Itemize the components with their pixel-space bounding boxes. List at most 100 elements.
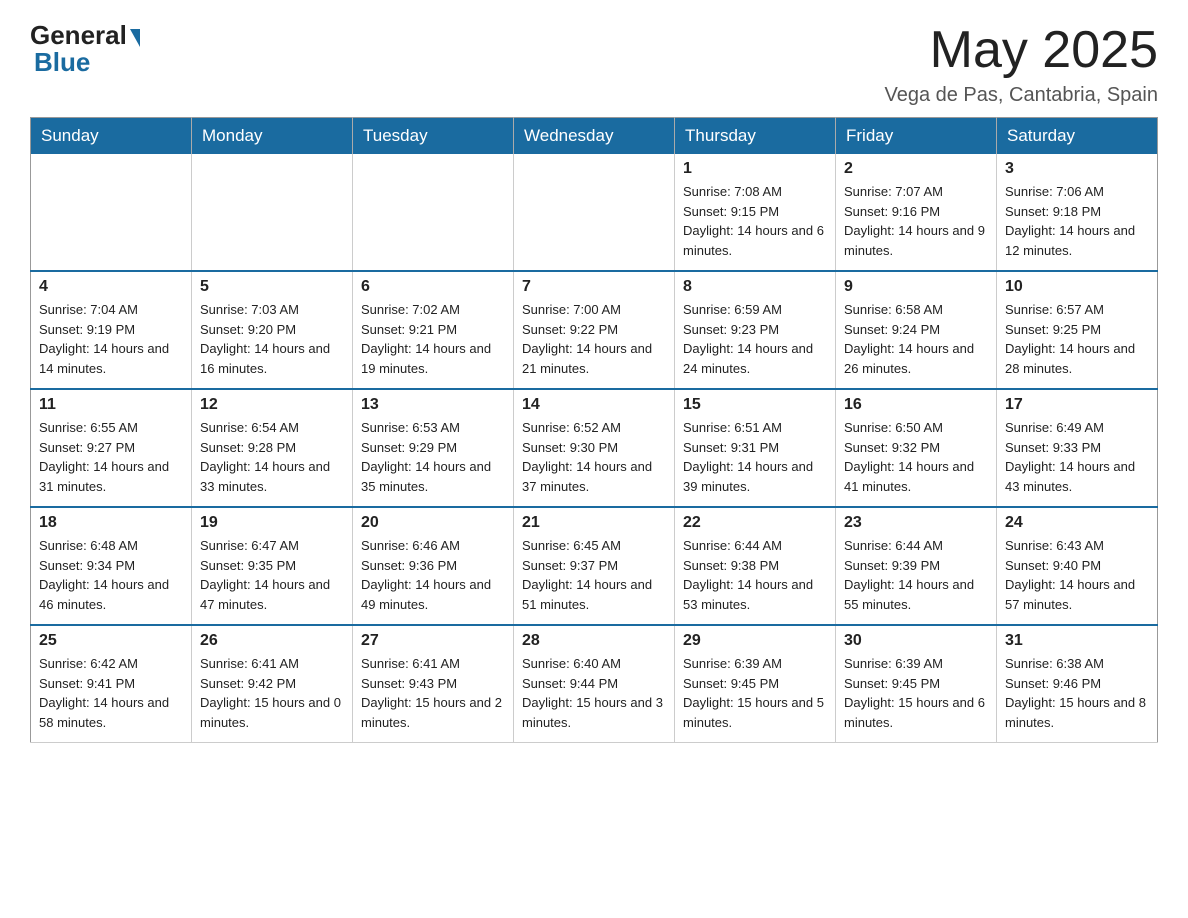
day-info: Sunrise: 6:49 AMSunset: 9:33 PMDaylight:… — [1005, 418, 1149, 496]
day-number: 9 — [844, 278, 988, 296]
day-info: Sunrise: 6:48 AMSunset: 9:34 PMDaylight:… — [39, 536, 183, 614]
calendar-cell: 10Sunrise: 6:57 AMSunset: 9:25 PMDayligh… — [997, 271, 1158, 389]
calendar-cell: 3Sunrise: 7:06 AMSunset: 9:18 PMDaylight… — [997, 154, 1158, 271]
day-number: 17 — [1005, 396, 1149, 414]
day-of-week-header: Monday — [192, 118, 353, 155]
day-of-week-header: Saturday — [997, 118, 1158, 155]
calendar-cell: 14 Sunrise: 6:52 AMSunset: 9:30 PMDayligh… — [514, 389, 675, 507]
calendar-week-row: 4Sunrise: 7:04 AMSunset: 9:19 PMDaylight… — [31, 271, 1158, 389]
page-header: General Blue May 2025 Vega de Pas, Canta… — [30, 20, 1158, 107]
calendar-cell: 6 Sunrise: 7:02 AMSunset: 9:21 PMDaylight… — [353, 271, 514, 389]
day-info: Sunrise: 6:43 AMSunset: 9:40 PMDaylight:… — [1005, 536, 1149, 614]
calendar-cell: 26 Sunrise: 6:41 AMSunset: 9:42 PMDayligh… — [192, 625, 353, 743]
calendar-cell: 31Sunrise: 6:38 AMSunset: 9:46 PMDayligh… — [997, 625, 1158, 743]
day-info: Sunrise: 6:46 AMSunset: 9:36 PMDaylight:… — [361, 536, 505, 614]
day-number: 18 — [39, 514, 183, 532]
calendar-cell: 9Sunrise: 6:58 AMSunset: 9:24 PMDaylight… — [836, 271, 997, 389]
day-info: Sunrise: 7:00 AMSunset: 9:22 PMDaylight:… — [522, 300, 666, 378]
day-info: Sunrise: 6:41 AMSunset: 9:43 PMDaylight:… — [361, 654, 505, 732]
calendar-cell — [31, 154, 192, 271]
day-info: Sunrise: 7:08 AMSunset: 9:15 PMDaylight:… — [683, 182, 827, 260]
calendar-cell: 12 Sunrise: 6:54 AMSunset: 9:28 PMDayligh… — [192, 389, 353, 507]
calendar-week-row: 1 Sunrise: 7:08 AMSunset: 9:15 PMDaylight… — [31, 154, 1158, 271]
day-number: 12 — [200, 396, 344, 414]
calendar-cell: 27 Sunrise: 6:41 AMSunset: 9:43 PMDayligh… — [353, 625, 514, 743]
calendar-cell: 16 Sunrise: 6:50 AMSunset: 9:32 PMDayligh… — [836, 389, 997, 507]
calendar-cell: 1 Sunrise: 7:08 AMSunset: 9:15 PMDaylight… — [675, 154, 836, 271]
calendar-cell: 20 Sunrise: 6:46 AMSunset: 9:36 PMDayligh… — [353, 507, 514, 625]
day-number: 25 — [39, 632, 183, 650]
calendar-week-row: 11Sunrise: 6:55 AMSunset: 9:27 PMDayligh… — [31, 389, 1158, 507]
day-info: Sunrise: 6:57 AMSunset: 9:25 PMDaylight:… — [1005, 300, 1149, 378]
calendar-cell: 13Sunrise: 6:53 AMSunset: 9:29 PMDayligh… — [353, 389, 514, 507]
day-info: Sunrise: 6:39 AMSunset: 9:45 PMDaylight:… — [844, 654, 988, 732]
day-number: 13 — [361, 396, 505, 414]
day-info: Sunrise: 6:38 AMSunset: 9:46 PMDaylight:… — [1005, 654, 1149, 732]
calendar-cell: 7 Sunrise: 7:00 AMSunset: 9:22 PMDaylight… — [514, 271, 675, 389]
calendar-cell: 19 Sunrise: 6:47 AMSunset: 9:35 PMDayligh… — [192, 507, 353, 625]
day-info: Sunrise: 7:07 AMSunset: 9:16 PMDaylight:… — [844, 182, 988, 260]
day-info: Sunrise: 6:47 AMSunset: 9:35 PMDaylight:… — [200, 536, 344, 614]
main-title: May 2025 — [884, 20, 1158, 80]
calendar-cell: 25 Sunrise: 6:42 AMSunset: 9:41 PMDayligh… — [31, 625, 192, 743]
calendar-cell — [192, 154, 353, 271]
day-number: 14 — [522, 396, 666, 414]
calendar-week-row: 25 Sunrise: 6:42 AMSunset: 9:41 PMDayligh… — [31, 625, 1158, 743]
day-info: Sunrise: 6:40 AMSunset: 9:44 PMDaylight:… — [522, 654, 666, 732]
calendar-cell: 29 Sunrise: 6:39 AMSunset: 9:45 PMDayligh… — [675, 625, 836, 743]
day-number: 8 — [683, 278, 827, 296]
day-info: Sunrise: 6:44 AMSunset: 9:38 PMDaylight:… — [683, 536, 827, 614]
calendar-header: SundayMondayTuesdayWednesdayThursdayFrid… — [31, 118, 1158, 155]
day-number: 3 — [1005, 160, 1149, 178]
day-info: Sunrise: 6:59 AMSunset: 9:23 PMDaylight:… — [683, 300, 827, 378]
day-number: 16 — [844, 396, 988, 414]
day-of-week-header: Sunday — [31, 118, 192, 155]
day-info: Sunrise: 6:44 AMSunset: 9:39 PMDaylight:… — [844, 536, 988, 614]
logo-blue-text: Blue — [34, 47, 90, 78]
calendar-cell: 17 Sunrise: 6:49 AMSunset: 9:33 PMDayligh… — [997, 389, 1158, 507]
day-of-week-header: Tuesday — [353, 118, 514, 155]
day-number: 29 — [683, 632, 827, 650]
day-info: Sunrise: 6:45 AMSunset: 9:37 PMDaylight:… — [522, 536, 666, 614]
calendar-cell: 24Sunrise: 6:43 AMSunset: 9:40 PMDayligh… — [997, 507, 1158, 625]
day-info: Sunrise: 6:39 AMSunset: 9:45 PMDaylight:… — [683, 654, 827, 732]
day-number: 28 — [522, 632, 666, 650]
day-number: 19 — [200, 514, 344, 532]
day-number: 22 — [683, 514, 827, 532]
day-number: 1 — [683, 160, 827, 178]
days-of-week-row: SundayMondayTuesdayWednesdayThursdayFrid… — [31, 118, 1158, 155]
day-number: 30 — [844, 632, 988, 650]
day-info: Sunrise: 7:02 AMSunset: 9:21 PMDaylight:… — [361, 300, 505, 378]
title-block: May 2025 Vega de Pas, Cantabria, Spain — [884, 20, 1158, 107]
day-number: 5 — [200, 278, 344, 296]
calendar-cell — [514, 154, 675, 271]
day-number: 6 — [361, 278, 505, 296]
day-info: Sunrise: 6:41 AMSunset: 9:42 PMDaylight:… — [200, 654, 344, 732]
day-number: 27 — [361, 632, 505, 650]
day-info: Sunrise: 6:52 AMSunset: 9:30 PMDaylight:… — [522, 418, 666, 496]
logo-arrow-icon — [130, 29, 140, 47]
calendar-cell: 23Sunrise: 6:44 AMSunset: 9:39 PMDayligh… — [836, 507, 997, 625]
day-number: 15 — [683, 396, 827, 414]
calendar-table: SundayMondayTuesdayWednesdayThursdayFrid… — [30, 117, 1158, 743]
day-number: 4 — [39, 278, 183, 296]
day-number: 20 — [361, 514, 505, 532]
day-info: Sunrise: 6:51 AMSunset: 9:31 PMDaylight:… — [683, 418, 827, 496]
day-number: 21 — [522, 514, 666, 532]
day-info: Sunrise: 6:50 AMSunset: 9:32 PMDaylight:… — [844, 418, 988, 496]
calendar-cell: 11Sunrise: 6:55 AMSunset: 9:27 PMDayligh… — [31, 389, 192, 507]
calendar-cell: 21 Sunrise: 6:45 AMSunset: 9:37 PMDayligh… — [514, 507, 675, 625]
calendar-cell: 8 Sunrise: 6:59 AMSunset: 9:23 PMDaylight… — [675, 271, 836, 389]
logo: General Blue — [30, 20, 140, 78]
calendar-cell: 18 Sunrise: 6:48 AMSunset: 9:34 PMDayligh… — [31, 507, 192, 625]
day-number: 26 — [200, 632, 344, 650]
calendar-cell: 5Sunrise: 7:03 AMSunset: 9:20 PMDaylight… — [192, 271, 353, 389]
calendar-cell — [353, 154, 514, 271]
calendar-week-row: 18 Sunrise: 6:48 AMSunset: 9:34 PMDayligh… — [31, 507, 1158, 625]
day-info: Sunrise: 6:54 AMSunset: 9:28 PMDaylight:… — [200, 418, 344, 496]
day-number: 7 — [522, 278, 666, 296]
day-number: 2 — [844, 160, 988, 178]
day-of-week-header: Friday — [836, 118, 997, 155]
day-info: Sunrise: 6:42 AMSunset: 9:41 PMDaylight:… — [39, 654, 183, 732]
calendar-cell: 15 Sunrise: 6:51 AMSunset: 9:31 PMDayligh… — [675, 389, 836, 507]
